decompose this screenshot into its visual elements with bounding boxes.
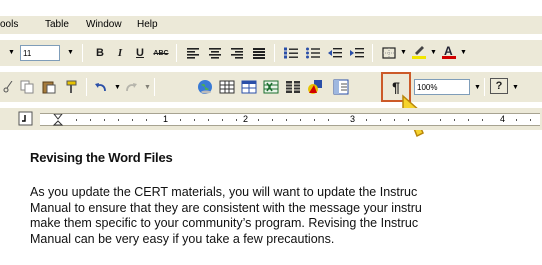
hyperlink-globe-icon[interactable]: [196, 78, 214, 96]
menu-tools[interactable]: ools: [0, 19, 18, 30]
zoom-combo[interactable]: 100%: [414, 79, 470, 95]
cut-icon[interactable]: [2, 78, 14, 96]
redo-dropdown-icon[interactable]: ▼: [144, 84, 151, 91]
svg-text:A: A: [444, 44, 453, 58]
align-left-icon[interactable]: [184, 44, 202, 62]
zoom-dropdown-icon[interactable]: ▼: [474, 84, 481, 91]
strikethrough-button[interactable]: ABC: [152, 44, 170, 62]
numbering-icon[interactable]: [282, 44, 300, 62]
zoom-value: 100%: [417, 82, 438, 92]
bullets-icon[interactable]: [304, 44, 322, 62]
menu-bar: ools Table Window Help: [0, 16, 542, 34]
copy-icon[interactable]: [18, 78, 36, 96]
separator: [176, 44, 177, 62]
formatting-toolbar: ▼ 11 ▼ B I U ABC ▼ ▼ A ▼: [0, 40, 542, 66]
increase-indent-icon[interactable]: [348, 44, 366, 62]
separator: [154, 78, 155, 96]
insert-excel-icon[interactable]: [262, 78, 280, 96]
insert-table-icon[interactable]: [240, 78, 258, 96]
document-heading: Revising the Word Files: [30, 150, 173, 165]
align-center-icon[interactable]: [206, 44, 224, 62]
menu-window[interactable]: Window: [86, 19, 122, 30]
columns-icon[interactable]: [284, 78, 302, 96]
help-button[interactable]: ?: [490, 78, 508, 94]
font-size-dropdown-icon[interactable]: ▼: [67, 49, 74, 56]
document-body[interactable]: Revising the Word Files As you update th…: [30, 150, 542, 247]
undo-icon[interactable]: [92, 78, 110, 96]
ruler-scale[interactable]: 1 2 3 4: [40, 113, 540, 126]
font-dropdown-arrow-icon[interactable]: ▼: [8, 49, 15, 56]
more-buttons-icon[interactable]: ▼: [512, 84, 519, 91]
ruler-number: 1: [163, 114, 169, 124]
justify-icon[interactable]: [250, 44, 268, 62]
undo-dropdown-icon[interactable]: ▼: [114, 84, 121, 91]
word-window-crop: ools Table Window Help ▼ 11 ▼ B I U ABC: [0, 0, 542, 265]
drawing-icon[interactable]: [306, 78, 324, 96]
tab-selector-icon[interactable]: [18, 111, 34, 127]
ruler-number: 2: [243, 114, 249, 124]
indent-marker-icon[interactable]: [52, 114, 64, 128]
highlight-icon[interactable]: [410, 42, 428, 60]
paragraph-line: make them specific to your community’s p…: [30, 216, 419, 230]
bold-button[interactable]: B: [92, 44, 108, 62]
tables-borders-icon[interactable]: [218, 78, 236, 96]
separator: [484, 78, 485, 96]
document-map-icon[interactable]: [332, 78, 350, 96]
font-size-combo[interactable]: 11: [20, 45, 60, 61]
italic-button[interactable]: I: [112, 44, 128, 62]
align-right-icon[interactable]: [228, 44, 246, 62]
font-size-value: 11: [23, 48, 32, 58]
font-color-icon[interactable]: A: [440, 42, 458, 60]
document-paragraph: As you update the CERT materials, you wi…: [30, 185, 542, 247]
paragraph-line: As you update the CERT materials, you wi…: [30, 185, 418, 199]
separator: [82, 44, 83, 62]
menu-table[interactable]: Table: [45, 19, 69, 30]
paste-icon[interactable]: [40, 78, 58, 96]
ruler-number: 4: [500, 114, 506, 124]
separator: [274, 44, 275, 62]
font-color-dropdown-icon[interactable]: ▼: [460, 49, 467, 56]
ruler-number: 3: [350, 114, 356, 124]
borders-dropdown-icon[interactable]: ▼: [400, 49, 407, 56]
redo-icon[interactable]: [122, 78, 140, 96]
borders-icon[interactable]: [380, 44, 398, 62]
paragraph-line: Manual to ensure that they are consisten…: [30, 200, 422, 215]
paragraph-line: Manual can be very easy if you take a fe…: [30, 231, 335, 246]
highlight-dropdown-icon[interactable]: ▼: [430, 49, 437, 56]
ruler: 1 2 3 4: [0, 108, 542, 130]
menu-help[interactable]: Help: [137, 19, 158, 30]
underline-button[interactable]: U: [132, 44, 148, 62]
format-painter-icon[interactable]: [62, 78, 80, 96]
standard-toolbar: ▼ ▼ ¶ 100% ▼ ? ▼: [0, 72, 542, 102]
decrease-indent-icon[interactable]: [326, 44, 344, 62]
separator: [372, 44, 373, 62]
separator: [86, 78, 87, 96]
